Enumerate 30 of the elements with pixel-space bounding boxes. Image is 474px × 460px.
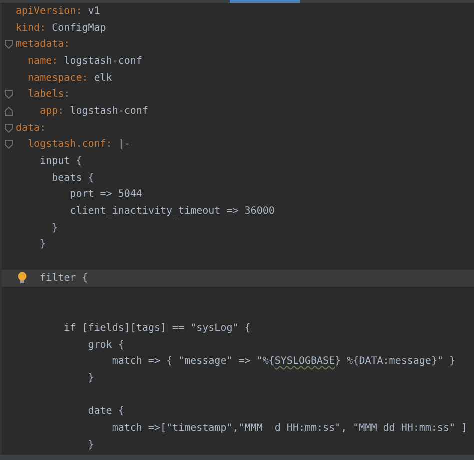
fold-icon[interactable] [5, 140, 13, 150]
code-line: logstash.conf: |- [27, 138, 130, 152]
active-tab-indicator [230, 0, 300, 3]
fold-icon[interactable] [5, 124, 13, 133]
code-line: beats { [51, 172, 94, 185]
code-line: port => 5044 [69, 188, 142, 202]
code-line: name: logstash-conf [27, 54, 142, 68]
code-line: match => { "message" => "%{SYSLOGBASE} %{DATA:message}" } [111, 355, 456, 368]
code-line: app: logstash-conf [39, 104, 148, 118]
code-line: } [39, 238, 46, 252]
code-line: labels: [27, 88, 70, 102]
code-line: } [87, 372, 94, 385]
fold-icon[interactable] [5, 40, 13, 50]
code-line: namespace: elk [27, 72, 112, 85]
code-line: input { [39, 155, 82, 168]
code-line: } [51, 222, 58, 235]
lightbulb-icon[interactable] [18, 272, 26, 284]
code-line: kind: ConfigMap [16, 22, 106, 35]
code-line: date { [87, 405, 124, 418]
fold-icon[interactable] [5, 90, 13, 100]
code-line: metadata: [16, 38, 70, 52]
code-line: data: [16, 122, 46, 135]
code-line: match =>["timestamp","MMM d HH:mm:ss", "MMM dd HH:mm:ss" ] [111, 422, 468, 436]
code-line: apiVersion: v1 [16, 4, 100, 18]
fold-icon[interactable] [5, 106, 13, 116]
code-line: filter { [39, 272, 88, 285]
code-line: } [87, 438, 94, 452]
code-line: client_inactivity_timeout => 36000 [69, 205, 275, 218]
code-line: if [fields][tags] == "sysLog" { [63, 322, 251, 335]
code-line: grok { [87, 338, 124, 352]
